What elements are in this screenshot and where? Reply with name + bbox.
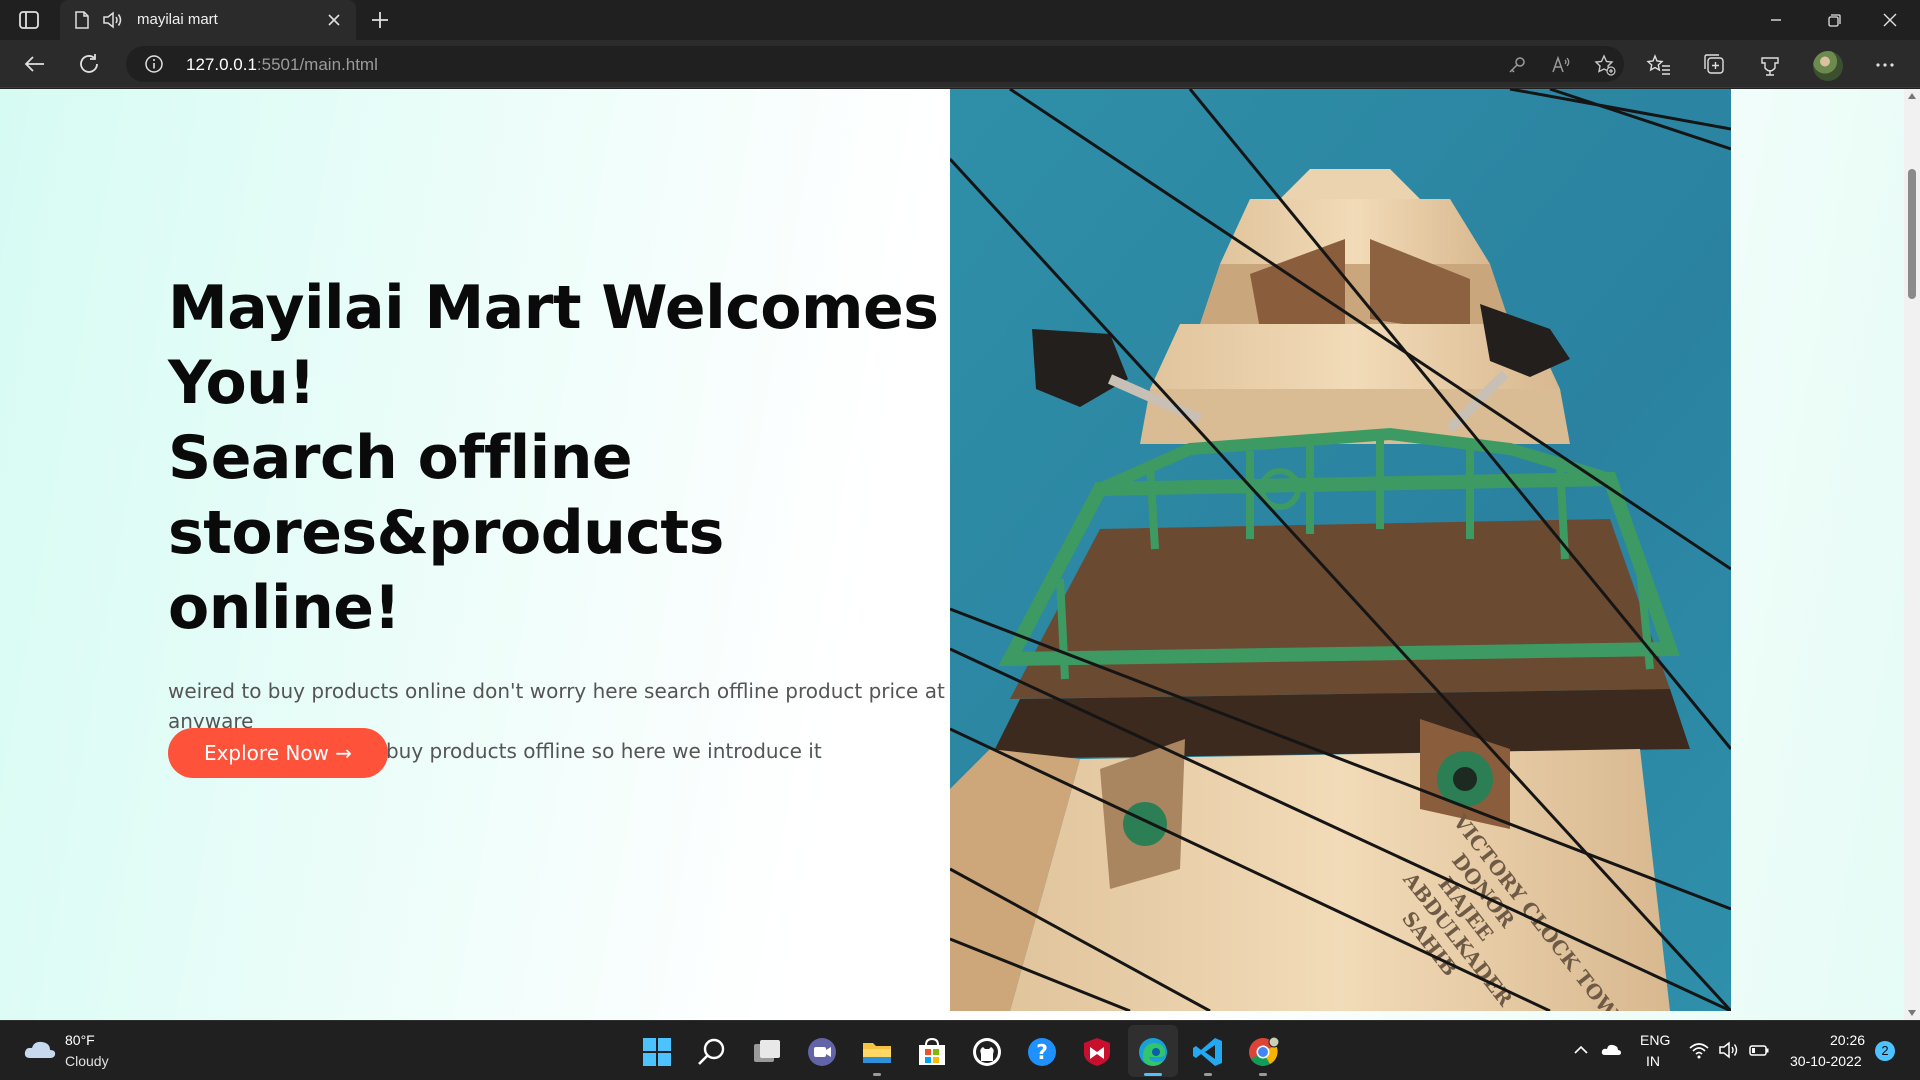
edge-running-indicator	[1144, 1073, 1162, 1076]
clock-time[interactable]: 20:26	[1830, 1032, 1865, 1048]
page-viewport: Mayilai Mart Welcomes You! Search offlin…	[0, 89, 1904, 1020]
wifi-icon[interactable]	[1688, 1039, 1710, 1061]
browser-tab[interactable]: mayilai mart	[60, 0, 356, 40]
hero-desc-line1: weired to buy products online don't worr…	[168, 679, 945, 733]
edge-icon[interactable]	[1136, 1035, 1170, 1069]
speaker-icon[interactable]	[102, 10, 124, 30]
tab-title: mayilai mart	[137, 11, 218, 28]
page-icon	[75, 11, 89, 29]
volume-icon[interactable]	[1718, 1039, 1740, 1061]
key-icon[interactable]	[1506, 54, 1528, 76]
read-aloud-icon[interactable]	[1550, 54, 1572, 76]
clock-tower-photo: VICTORY CLOCK TOWER DONOR HAJEE ABDULKAD…	[950, 89, 1731, 1011]
info-icon[interactable]	[144, 54, 164, 74]
svg-text:?: ?	[1036, 1040, 1048, 1064]
maximize-icon[interactable]	[1823, 9, 1845, 31]
minimize-icon[interactable]	[1765, 9, 1787, 31]
browser-tab-bar: mayilai mart	[0, 0, 1920, 40]
vscode-icon[interactable]	[1191, 1035, 1225, 1069]
avatar[interactable]	[1813, 51, 1843, 81]
weather-condition[interactable]: Cloudy	[65, 1053, 109, 1069]
cloudy-weather-icon[interactable]	[22, 1038, 58, 1062]
clock-date[interactable]: 30-10-2022	[1790, 1053, 1862, 1069]
explore-now-button[interactable]: Explore Now →	[168, 728, 388, 778]
extensions-icon[interactable]	[1757, 52, 1783, 78]
help-icon[interactable]: ?	[1025, 1035, 1059, 1069]
search-icon[interactable]	[695, 1035, 729, 1069]
teams-chat-icon[interactable]	[805, 1035, 839, 1069]
reload-icon[interactable]	[77, 52, 103, 76]
collections-icon[interactable]	[1702, 52, 1728, 78]
onedrive-icon[interactable]	[1600, 1039, 1622, 1061]
battery-icon[interactable]	[1748, 1039, 1770, 1061]
task-view-icon[interactable]	[750, 1035, 784, 1069]
url-text[interactable]: 127.0.0.1:5501/main.html	[186, 55, 378, 75]
chevron-up-icon[interactable]	[1570, 1039, 1592, 1061]
vscode-running-indicator	[1204, 1073, 1212, 1076]
microsoft-store-icon[interactable]	[915, 1035, 949, 1069]
back-icon[interactable]	[22, 52, 48, 76]
language-indicator-line2[interactable]: IN	[1646, 1053, 1660, 1069]
scrollbar-thumb[interactable]	[1908, 169, 1916, 299]
close-icon[interactable]	[324, 10, 344, 30]
file-explorer-running-indicator	[873, 1073, 881, 1076]
url-host: 127.0.0.1	[186, 55, 257, 74]
weather-temperature[interactable]: 80°F	[65, 1032, 95, 1048]
plus-icon[interactable]	[368, 8, 392, 32]
browser-toolbar: 127.0.0.1:5501/main.html	[0, 40, 1920, 88]
url-path: :5501/main.html	[256, 55, 378, 74]
scroll-down-icon[interactable]	[1908, 1010, 1916, 1016]
favorites-icon[interactable]	[1646, 52, 1672, 78]
scroll-up-icon[interactable]	[1908, 93, 1916, 99]
favorite-add-icon[interactable]	[1594, 54, 1616, 76]
sidebar-icon[interactable]	[18, 10, 40, 30]
hero-title-line1: Mayilai Mart Welcomes You!	[168, 273, 939, 418]
hero-title: Mayilai Mart Welcomes You! Search offlin…	[168, 271, 948, 646]
notification-badge[interactable]: 2	[1875, 1041, 1895, 1061]
close-window-icon[interactable]	[1879, 9, 1901, 31]
chrome-running-indicator	[1259, 1073, 1267, 1076]
address-bar[interactable]: 127.0.0.1:5501/main.html	[126, 46, 1624, 82]
file-explorer-icon[interactable]	[860, 1035, 894, 1069]
hero-title-line2: Search offline stores&products online!	[168, 423, 724, 643]
more-icon[interactable]	[1872, 52, 1898, 78]
mcafee-icon[interactable]	[1080, 1035, 1114, 1069]
chrome-icon[interactable]	[1246, 1035, 1280, 1069]
start-icon[interactable]	[640, 1035, 674, 1069]
hero-text-block: Mayilai Mart Welcomes You! Search offlin…	[168, 271, 948, 766]
vertical-scrollbar[interactable]	[1904, 89, 1920, 1020]
language-indicator-line1[interactable]: ENG	[1640, 1032, 1670, 1048]
github-icon[interactable]	[970, 1035, 1004, 1069]
windows-taskbar: 80°F Cloudy ? ENG IN 20:26 30-10-2022 2	[0, 1020, 1920, 1080]
